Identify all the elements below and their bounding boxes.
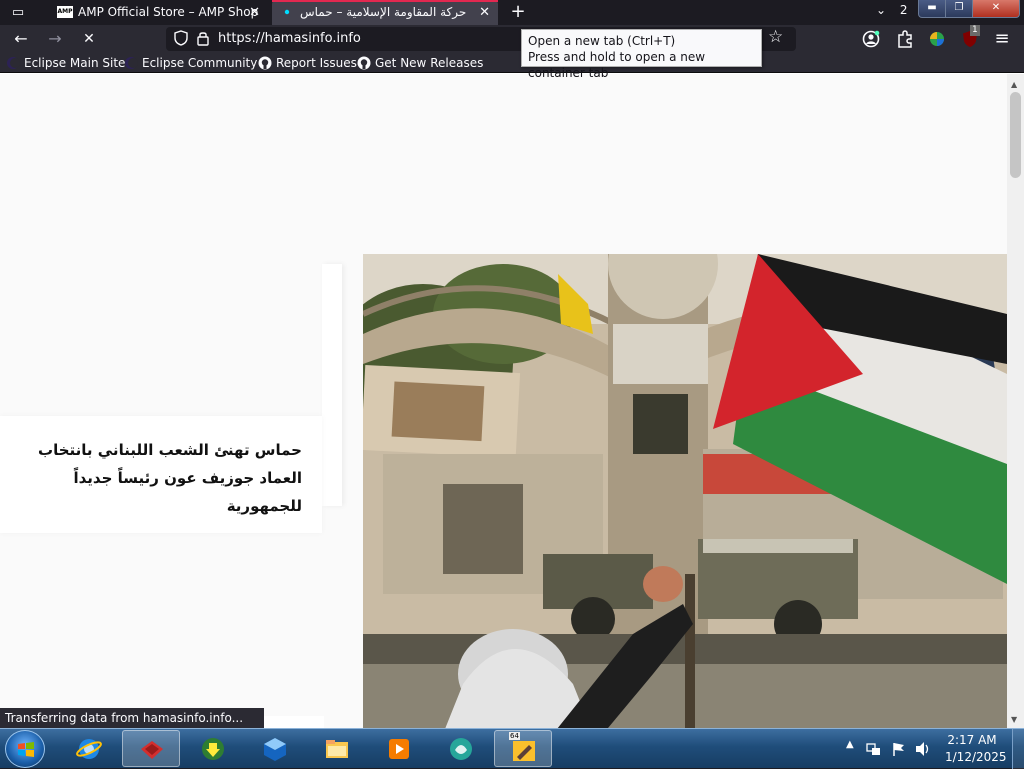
tab-list-icon[interactable]: ▭: [8, 4, 28, 21]
active-tab-indicator: [272, 0, 498, 2]
ublock-icon[interactable]: 1: [960, 25, 982, 49]
bookmark-label: Eclipse Community: [142, 56, 258, 70]
vertical-scrollbar[interactable]: ▲ ▼: [1007, 74, 1024, 728]
shield-icon[interactable]: [174, 30, 188, 46]
browser-window: ▭ AMP AMP Official Store – AMP Shop ✕ حر…: [0, 0, 1024, 728]
volume-icon[interactable]: [914, 741, 932, 757]
maximize-button[interactable]: ❐: [945, 0, 973, 18]
tab-hamas[interactable]: حركة المقاومة الإسلامية – حماس ✕: [272, 0, 498, 25]
account-icon[interactable]: [861, 29, 881, 49]
ublock-count-badge: 1: [970, 25, 980, 36]
tab-title: حركة المقاومة الإسلامية – حماس: [300, 5, 467, 19]
bookmark-star-icon[interactable]: ☆: [768, 27, 783, 47]
taskbar-red-app[interactable]: [122, 730, 180, 767]
app-badge: 64: [509, 732, 520, 740]
tab-count: 2: [899, 3, 908, 17]
navigation-toolbar: ← → ✕ https://hamasinfo.info ☆ 1 ≡: [0, 25, 1024, 52]
news-headline[interactable]: حماس تهنئ الشعب اللبناني بانتخاب العماد …: [22, 436, 302, 520]
action-center-flag-icon[interactable]: [891, 741, 907, 757]
red-app-icon: [141, 741, 163, 759]
close-tab-icon[interactable]: ✕: [479, 0, 490, 25]
network-icon[interactable]: [866, 741, 882, 757]
news-photo: [363, 254, 1007, 728]
tab-title: AMP Official Store – AMP Shop: [78, 5, 259, 19]
sixty-four-app-icon: [513, 741, 535, 761]
clock-time[interactable]: 2:17 AM: [945, 733, 999, 747]
windows-logo-icon: [18, 742, 34, 757]
taskbar-media-player[interactable]: [370, 730, 428, 767]
tab-strip: ▭ AMP AMP Official Store – AMP Shop ✕ حر…: [0, 0, 1024, 25]
internet-explorer-icon: [76, 739, 102, 759]
tooltip-line: Open a new tab (Ctrl+T): [528, 34, 676, 48]
bookmark-label: Report Issues: [276, 56, 357, 70]
taskbar-virtualbox[interactable]: [246, 730, 304, 767]
github-icon: [258, 56, 272, 70]
tab-overflow-button[interactable]: ⌄ 2: [876, 3, 908, 17]
lock-icon[interactable]: [196, 30, 210, 46]
close-window-button[interactable]: ✕: [972, 0, 1020, 18]
colorful-extension-icon[interactable]: [927, 29, 947, 49]
scroll-down-icon[interactable]: ▼: [1011, 715, 1017, 724]
show-hidden-icons-button[interactable]: ▲: [846, 739, 854, 750]
status-bar: Transferring data from hamasinfo.info...: [0, 708, 264, 728]
close-tab-icon[interactable]: ✕: [249, 0, 260, 25]
stop-button[interactable]: ✕: [78, 28, 100, 50]
github-icon: [357, 56, 371, 70]
bookmark-label: Eclipse Main Site: [24, 56, 126, 70]
back-button[interactable]: ←: [10, 28, 32, 50]
media-player-icon: [389, 739, 409, 759]
url-text[interactable]: https://hamasinfo.info: [218, 31, 361, 46]
bookmark-get-new-releases[interactable]: Get New Releases: [355, 54, 483, 72]
bookmarks-toolbar: Eclipse Main Site Eclipse Community Repo…: [0, 52, 1024, 73]
taskbar-teal-app[interactable]: [432, 730, 490, 767]
scroll-thumb[interactable]: [1010, 92, 1021, 178]
bookmark-report-issues[interactable]: Report Issues: [256, 54, 357, 72]
bookmark-label: Get New Releases: [375, 56, 484, 70]
taskbar-sixty-four-app[interactable]: 64: [494, 730, 552, 767]
new-tab-tooltip: Open a new tab (Ctrl+T) Press and hold t…: [521, 29, 762, 80]
clock-date[interactable]: 1/12/2025: [945, 750, 1007, 764]
bookmark-eclipse-main[interactable]: Eclipse Main Site: [4, 54, 125, 72]
eclipse-icon: [7, 57, 20, 69]
app-menu-button[interactable]: ≡: [991, 28, 1013, 50]
forward-button[interactable]: →: [44, 28, 66, 50]
scroll-up-icon[interactable]: ▲: [1011, 80, 1017, 89]
minimize-button[interactable]: ▬: [918, 0, 946, 18]
download-manager-icon: [202, 738, 224, 760]
eclipse-icon: [125, 57, 138, 69]
taskbar-download-manager[interactable]: [184, 730, 242, 767]
tooltip-line: Press and hold to open a new container t…: [528, 50, 706, 80]
card-edge: [322, 264, 342, 506]
extensions-icon[interactable]: [895, 29, 915, 49]
headline-card[interactable]: حماس تهنئ الشعب اللبناني بانتخاب العماد …: [0, 416, 322, 533]
chevron-down-icon: ⌄: [876, 3, 887, 17]
amp-store-icon: AMP: [57, 6, 73, 18]
taskbar-file-explorer[interactable]: [308, 730, 366, 767]
new-tab-button[interactable]: +: [508, 1, 528, 23]
virtualbox-icon: [264, 738, 286, 761]
loading-dot-icon: [284, 9, 290, 15]
news-hero-image[interactable]: [363, 254, 1007, 728]
tab-amp-shop[interactable]: AMP AMP Official Store – AMP Shop ✕: [50, 0, 268, 25]
teal-app-icon: [450, 738, 472, 760]
show-desktop-button[interactable]: [1012, 729, 1024, 769]
taskbar-internet-explorer[interactable]: [60, 730, 118, 767]
start-button[interactable]: [5, 730, 45, 768]
card-bottom-edge: [264, 716, 324, 728]
bookmark-eclipse-community[interactable]: Eclipse Community: [122, 54, 257, 72]
file-explorer-icon: [326, 740, 348, 758]
web-page-content: حماس تهنئ الشعب اللبناني بانتخاب العماد …: [0, 74, 1024, 728]
windows-taskbar: 64 ▲ 2:17 AM 1/12/2025: [0, 728, 1024, 769]
